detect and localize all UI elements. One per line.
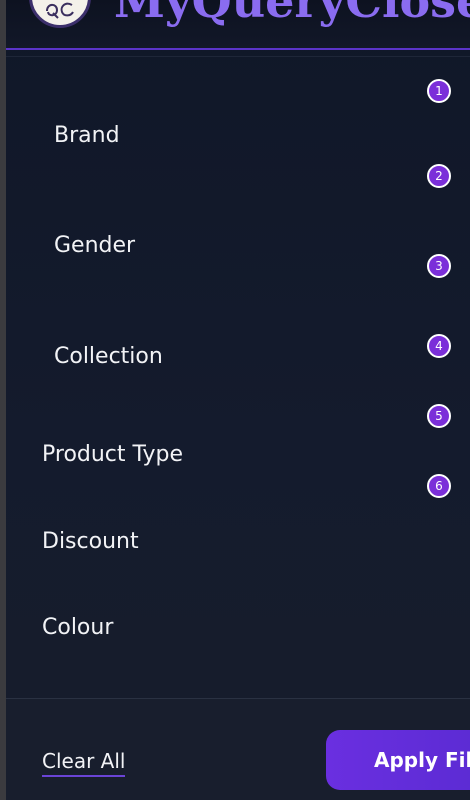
apply-filters-label: Apply Filters — [374, 748, 470, 772]
header: MyQueryCloset — [6, 0, 470, 50]
step-badge: 5 — [427, 404, 451, 428]
filter-panel: MyQueryCloset 1 2 3 4 5 6 Brand Gender C… — [6, 0, 470, 800]
step-badge: 6 — [427, 474, 451, 498]
filter-colour[interactable]: Colour — [42, 615, 113, 640]
step-badge: 3 — [427, 254, 451, 278]
step-badge: 4 — [427, 334, 451, 358]
step-badge: 2 — [427, 164, 451, 188]
filter-product-type[interactable]: Product Type — [42, 442, 183, 467]
filter-brand[interactable]: Brand — [54, 123, 120, 148]
clear-all-button[interactable]: Clear All — [42, 749, 126, 777]
filter-footer: Clear All Apply Filters — [6, 698, 470, 800]
header-divider — [6, 48, 470, 50]
divider — [6, 56, 470, 57]
logo-monogram-icon — [46, 2, 74, 19]
filter-discount[interactable]: Discount — [42, 529, 139, 554]
step-badge: 1 — [427, 79, 451, 103]
app-title: MyQueryCloset — [114, 0, 470, 28]
filter-collection[interactable]: Collection — [54, 344, 163, 369]
apply-filters-button[interactable]: Apply Filters — [326, 730, 470, 790]
brand-logo[interactable] — [29, 0, 91, 28]
filter-gender[interactable]: Gender — [54, 233, 135, 258]
